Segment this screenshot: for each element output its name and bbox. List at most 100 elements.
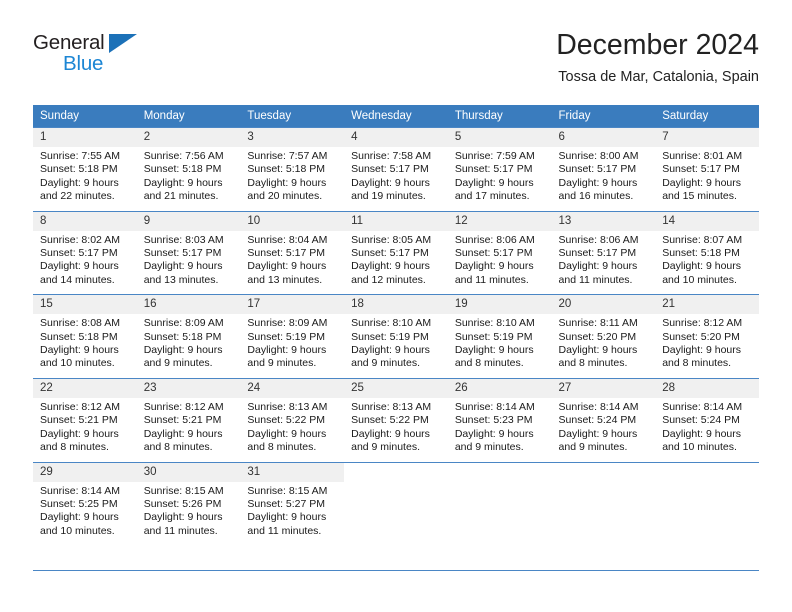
weekday-header-friday: Friday — [551, 105, 656, 128]
calendar-cell-empty — [655, 461, 759, 546]
general-blue-logo[interactable]: General Blue — [33, 31, 233, 87]
sunset-text: Sunset: 5:17 PM — [454, 247, 533, 260]
daylight-text-line1: Daylight: 9 hours — [558, 344, 638, 357]
calendar-day-cell[interactable]: 2 Sunrise: 7:56 AM Sunset: 5:18 PM Daylight… — [136, 127, 241, 212]
calendar-day-cell[interactable]: 12 Sunrise: 8:06 AM Sunset: 5:17 PM Dayligh… — [447, 210, 552, 295]
sunrise-text: Sunrise: 7:59 AM — [454, 150, 535, 162]
calendar-day-cell[interactable]: 29 Sunrise: 8:14 AM Sunset: 5:25 PM Dayligh… — [33, 461, 137, 546]
sunrise-text: Sunrise: 8:11 AM — [558, 317, 638, 330]
day-number: 7 — [655, 128, 759, 147]
daylight-text-line1: Daylight: 9 hours — [351, 176, 430, 189]
sunrise-text: Sunrise: 8:09 AM — [143, 317, 224, 330]
daylight-text-line1: Daylight: 9 hours — [558, 176, 638, 189]
daylight-text-line1: Daylight: 9 hours — [558, 260, 638, 273]
daylight-text-line2: and 11 minutes. — [558, 273, 633, 286]
sunset-text: Sunset: 5:24 PM — [662, 414, 740, 427]
sunrise-text: Sunrise: 8:06 AM — [454, 233, 535, 246]
weekday-header-tuesday: Tuesday — [240, 105, 345, 128]
calendar-day-cell[interactable]: 27 Sunrise: 8:14 AM Sunset: 5:24 PM Dayligh… — [551, 377, 656, 462]
daylight-text-line2: and 8 minutes. — [454, 357, 524, 370]
calendar-day-cell[interactable]: 19 Sunrise: 8:10 AM Sunset: 5:19 PM Dayligh… — [447, 294, 552, 379]
day-number: 28 — [655, 378, 759, 398]
sunset-text: Sunset: 5:18 PM — [143, 330, 222, 343]
day-number: 27 — [551, 378, 656, 398]
sunrise-text: Sunrise: 8:14 AM — [558, 400, 639, 413]
calendar-day-cell[interactable]: 26 Sunrise: 8:14 AM Sunset: 5:23 PM Dayligh… — [447, 377, 552, 462]
day-details: Sunrise: 8:03 AM Sunset: 5:17 PM Daylight:… — [137, 231, 241, 295]
day-details: Sunrise: 8:05 AM Sunset: 5:17 PM Daylight:… — [344, 231, 448, 295]
calendar-day-cell[interactable]: 9 Sunrise: 8:03 AM Sunset: 5:17 PM Daylight… — [136, 210, 241, 295]
calendar-day-cell[interactable]: 16 Sunrise: 8:09 AM Sunset: 5:18 PM Dayligh… — [136, 294, 241, 379]
sunset-text: Sunset: 5:26 PM — [143, 497, 222, 510]
daylight-text-line2: and 8 minutes. — [247, 441, 317, 454]
calendar-day-cell[interactable]: 10 Sunrise: 8:04 AM Sunset: 5:17 PM Dayligh… — [240, 210, 345, 295]
daylight-text-line2: and 11 minutes. — [454, 273, 529, 286]
calendar-day-cell[interactable]: 13 Sunrise: 8:06 AM Sunset: 5:17 PM Dayligh… — [551, 210, 656, 295]
day-number: 24 — [240, 378, 345, 398]
calendar-day-cell[interactable]: 14 Sunrise: 8:07 AM Sunset: 5:18 PM Dayligh… — [655, 210, 759, 295]
calendar-day-cell[interactable]: 7 Sunrise: 8:01 AM Sunset: 5:17 PM Daylight… — [655, 127, 759, 212]
calendar-day-cell[interactable]: 25 Sunrise: 8:13 AM Sunset: 5:22 PM Dayligh… — [344, 377, 448, 462]
sunrise-text: Sunrise: 8:07 AM — [662, 233, 743, 246]
sunset-text: Sunset: 5:22 PM — [351, 414, 429, 427]
calendar-day-cell[interactable]: 5 Sunrise: 7:59 AM Sunset: 5:17 PM Daylight… — [447, 127, 552, 212]
sunrise-text: Sunrise: 8:09 AM — [247, 317, 328, 330]
calendar-day-cell[interactable]: 22 Sunrise: 8:12 AM Sunset: 5:21 PM Dayligh… — [33, 377, 137, 462]
day-details: Sunrise: 7:56 AM Sunset: 5:18 PM Daylight:… — [137, 147, 241, 211]
sunset-text: Sunset: 5:22 PM — [247, 414, 326, 427]
sunset-text: Sunset: 5:18 PM — [143, 163, 222, 176]
sunrise-text: Sunrise: 8:14 AM — [662, 400, 743, 413]
page-title: December 2024 — [556, 29, 759, 61]
daylight-text-line1: Daylight: 9 hours — [40, 176, 119, 189]
calendar-page: General Blue December 2024 Tossa de Mar,… — [0, 0, 792, 612]
calendar-day-cell[interactable]: 18 Sunrise: 8:10 AM Sunset: 5:19 PM Dayligh… — [344, 294, 448, 379]
daylight-text-line2: and 9 minutes. — [351, 441, 420, 454]
sunset-text: Sunset: 5:18 PM — [40, 330, 118, 343]
day-details — [344, 482, 448, 540]
calendar-day-cell[interactable]: 31 Sunrise: 8:15 AM Sunset: 5:27 PM Dayligh… — [240, 461, 345, 546]
daylight-text-line1: Daylight: 9 hours — [40, 260, 119, 273]
calendar-day-cell[interactable]: 21 Sunrise: 8:12 AM Sunset: 5:20 PM Dayligh… — [655, 294, 759, 379]
daylight-text-line2: and 19 minutes. — [351, 190, 426, 203]
sunrise-text: Sunrise: 8:03 AM — [143, 233, 224, 246]
calendar-day-cell[interactable]: 3 Sunrise: 7:57 AM Sunset: 5:18 PM Daylight… — [240, 127, 345, 212]
daylight-text-line2: and 8 minutes. — [558, 357, 628, 370]
day-details: Sunrise: 8:01 AM Sunset: 5:17 PM Daylight:… — [655, 147, 759, 211]
calendar-day-cell[interactable]: 24 Sunrise: 8:13 AM Sunset: 5:22 PM Dayligh… — [240, 377, 345, 462]
calendar-day-cell[interactable]: 4 Sunrise: 7:58 AM Sunset: 5:17 PM Daylight… — [344, 127, 448, 212]
sunset-text: Sunset: 5:17 PM — [247, 247, 326, 260]
calendar-day-cell[interactable]: 6 Sunrise: 8:00 AM Sunset: 5:17 PM Daylight… — [551, 127, 656, 212]
calendar-day-cell[interactable]: 28 Sunrise: 8:14 AM Sunset: 5:24 PM Dayligh… — [655, 377, 759, 462]
daylight-text-line2: and 15 minutes. — [662, 190, 737, 203]
sunrise-text: Sunrise: 8:05 AM — [351, 233, 432, 246]
calendar-day-cell[interactable]: 15 Sunrise: 8:08 AM Sunset: 5:18 PM Dayligh… — [33, 294, 137, 379]
day-number: 4 — [344, 128, 448, 147]
calendar-day-cell[interactable]: 8 Sunrise: 8:02 AM Sunset: 5:17 PM Daylight… — [33, 210, 137, 295]
daylight-text-line1: Daylight: 9 hours — [662, 260, 742, 273]
sunrise-text: Sunrise: 7:55 AM — [40, 150, 120, 162]
sunrise-text: Sunrise: 8:14 AM — [454, 400, 535, 413]
sunrise-text: Sunrise: 8:06 AM — [558, 233, 639, 246]
sunset-text: Sunset: 5:18 PM — [247, 163, 326, 176]
day-details: Sunrise: 8:13 AM Sunset: 5:22 PM Daylight:… — [344, 398, 448, 462]
calendar-day-cell[interactable]: 17 Sunrise: 8:09 AM Sunset: 5:19 PM Dayligh… — [240, 294, 345, 379]
day-number: 10 — [240, 211, 345, 231]
calendar-day-cell[interactable]: 1 Sunrise: 7:55 AM Sunset: 5:18 PM Daylight… — [33, 127, 137, 212]
calendar-week-row: 22 Sunrise: 8:12 AM Sunset: 5:21 PM Dayligh… — [33, 377, 759, 462]
daylight-text-line1: Daylight: 9 hours — [40, 344, 119, 357]
day-details: Sunrise: 8:14 AM Sunset: 5:24 PM Daylight:… — [552, 398, 656, 462]
daylight-text-line2: and 10 minutes. — [662, 273, 737, 286]
daylight-text-line1: Daylight: 9 hours — [247, 176, 327, 189]
daylight-text-line2: and 13 minutes. — [247, 273, 323, 286]
daylight-text-line1: Daylight: 9 hours — [662, 176, 742, 189]
calendar-day-cell[interactable]: 23 Sunrise: 8:12 AM Sunset: 5:21 PM Dayligh… — [136, 377, 241, 462]
weekday-header-thursday: Thursday — [447, 105, 552, 128]
calendar-day-cell[interactable]: 30 Sunrise: 8:15 AM Sunset: 5:26 PM Dayligh… — [136, 461, 241, 546]
day-details: Sunrise: 8:06 AM Sunset: 5:17 PM Daylight:… — [448, 231, 552, 295]
page-header: General Blue December 2024 Tossa de Mar,… — [33, 28, 759, 96]
day-number: 23 — [136, 378, 241, 398]
calendar-day-cell[interactable]: 11 Sunrise: 8:05 AM Sunset: 5:17 PM Dayligh… — [344, 210, 448, 295]
day-number: 14 — [655, 211, 759, 231]
calendar-day-cell[interactable]: 20 Sunrise: 8:11 AM Sunset: 5:20 PM Dayligh… — [551, 294, 656, 379]
sunset-text: Sunset: 5:20 PM — [662, 330, 740, 343]
